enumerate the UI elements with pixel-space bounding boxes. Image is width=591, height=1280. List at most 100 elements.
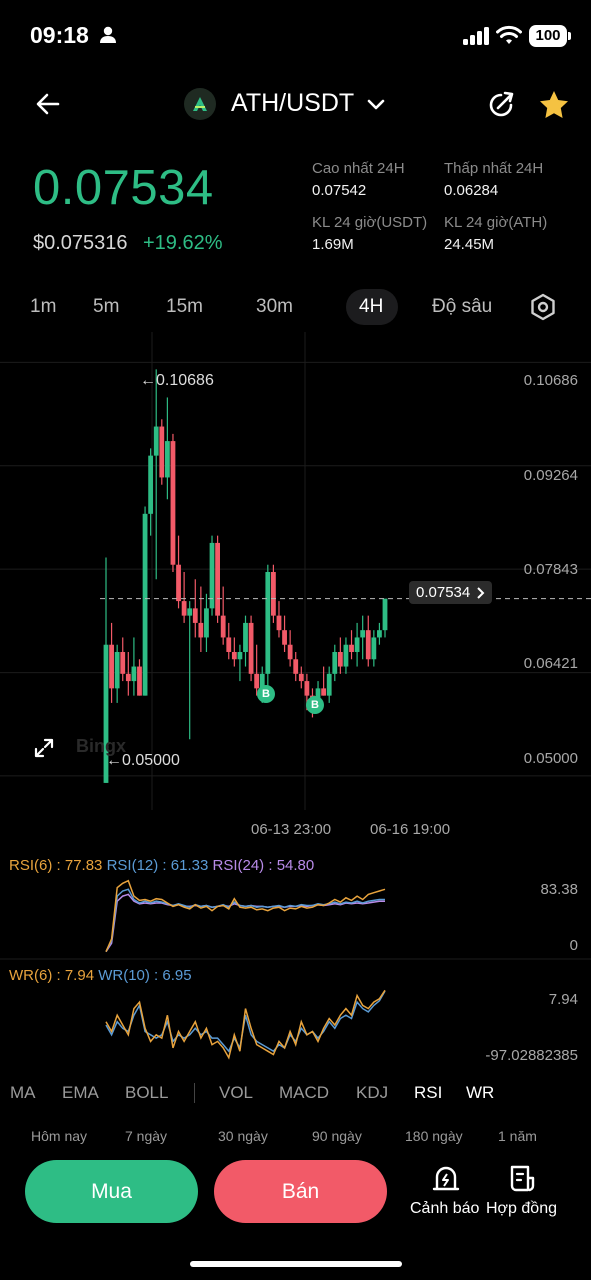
expand-icon[interactable] [33, 737, 55, 759]
rsi12-line [105, 888, 385, 953]
wr6-line [105, 989, 386, 1060]
candle-body [360, 630, 366, 638]
range-tab-30d[interactable]: 30 ngày [218, 1128, 268, 1144]
vol-usdt-value: 1.69M [312, 236, 354, 253]
tab-5m[interactable]: 5m [93, 296, 119, 318]
price-change: +19.62% [143, 232, 223, 254]
candle-body [176, 564, 181, 602]
settings-hexagon-icon[interactable] [530, 293, 556, 321]
range-tab-7d[interactable]: 7 ngày [125, 1128, 167, 1144]
chevron-down-icon[interactable] [366, 94, 386, 114]
range-tab-1y[interactable]: 1 năm [498, 1128, 537, 1144]
rsi24-label: RSI(24) [212, 857, 265, 874]
candle-body [243, 622, 248, 652]
candle-body [382, 598, 388, 631]
candle-body [231, 652, 237, 660]
wr10-value: 6.95 [162, 967, 192, 984]
indicator-tab-vol[interactable]: VOL [219, 1083, 253, 1103]
y-tick-4: 0.05000 [523, 750, 578, 767]
indicator-tab-rsi[interactable]: RSI [414, 1083, 442, 1103]
candle-body [131, 666, 137, 682]
sell-button[interactable]: Bán [214, 1160, 387, 1223]
battery-indicator: 100 [529, 25, 567, 47]
person-icon [100, 26, 116, 43]
alert-bell-icon[interactable] [432, 1164, 460, 1194]
usd-price: $0.075316 [33, 232, 128, 254]
candle-body [276, 615, 282, 631]
candle-body [142, 513, 148, 696]
indicator-tab-wr[interactable]: WR [466, 1083, 494, 1103]
candle-body [248, 622, 254, 674]
x-tick-0: 06-13 23:00 [251, 821, 332, 838]
rsi12-value: 61.33 [170, 857, 209, 874]
pair-title[interactable]: ATH/USDT [231, 89, 354, 118]
range-tab-180d[interactable]: 180 ngày [405, 1128, 463, 1144]
candle-body [125, 673, 131, 682]
y-tick-0: 0.10686 [523, 372, 578, 389]
buy-marker-2: B [306, 696, 324, 714]
candle-body [254, 673, 260, 689]
contract-document-icon[interactable] [508, 1164, 536, 1194]
rsi6-label: RSI(6) [9, 857, 53, 874]
wifi-icon [496, 25, 522, 44]
candle-body [170, 441, 176, 565]
indicator-tab-ema[interactable]: EMA [62, 1083, 99, 1103]
y-tick-2: 0.07843 [523, 561, 578, 578]
current-price-tag[interactable]: 0.07534 [409, 581, 493, 604]
candle-body [271, 572, 276, 616]
buy-button[interactable]: Mua [25, 1160, 198, 1223]
tab-4h[interactable]: 4H [359, 296, 383, 318]
share-icon[interactable] [485, 89, 517, 121]
candle-body [164, 441, 170, 478]
candle-body [137, 666, 142, 696]
candle-body [365, 630, 371, 660]
tab-30m[interactable]: 30m [256, 296, 293, 318]
min-price-value: 0.05000 [122, 752, 180, 769]
max-price-marker: ←0.10686 [140, 372, 214, 389]
range-tab-90d[interactable]: 90 ngày [312, 1128, 362, 1144]
tab-depth[interactable]: Độ sâu [432, 296, 492, 318]
candle-body [293, 659, 299, 674]
ath-logo-icon [193, 97, 207, 111]
alert-label[interactable]: Cảnh báo [410, 1200, 479, 1218]
rsi6-value: 77.83 [64, 857, 103, 874]
indicator-tab-boll[interactable]: BOLL [125, 1083, 168, 1103]
candle-body [109, 644, 114, 689]
wr-chart [105, 989, 386, 1060]
indicator-tab-ma[interactable]: MA [10, 1083, 36, 1103]
candle-body [354, 637, 360, 652]
buy-marker-1: B [257, 685, 275, 703]
candle-body [148, 455, 154, 514]
back-arrow-icon[interactable] [32, 88, 64, 120]
wr10-line [105, 990, 386, 1053]
candle-body [298, 673, 304, 682]
candle-body [326, 673, 332, 696]
last-price: 0.07534 [33, 161, 214, 215]
candle-body [220, 615, 226, 638]
candle-body [287, 644, 293, 660]
range-tab-today[interactable]: Hôm nay [31, 1128, 87, 1144]
chevron-right-icon [477, 587, 485, 599]
contract-label[interactable]: Hợp đồng [486, 1200, 557, 1218]
tab-1m[interactable]: 1m [30, 296, 56, 318]
candle-body [371, 637, 377, 660]
rsi6-line [105, 879, 386, 953]
status-time: 09:18 [30, 22, 89, 48]
candle-body [226, 637, 232, 652]
wr6-value: 7.94 [64, 967, 95, 984]
candle-body [377, 630, 382, 638]
wr10-label: WR(10) [98, 967, 150, 984]
token-logo [184, 88, 216, 120]
candle-body [343, 644, 349, 667]
favorite-star-icon[interactable] [538, 89, 570, 121]
high-24h-label: Cao nhất 24H [312, 160, 405, 177]
candle-body [265, 572, 271, 674]
candle-body [120, 652, 126, 674]
indicator-tab-kdj[interactable]: KDJ [356, 1083, 388, 1103]
candle-body [282, 630, 287, 645]
rsi24-value: 54.80 [276, 857, 315, 874]
tab-15m[interactable]: 15m [166, 296, 203, 318]
candle-body [321, 688, 327, 696]
indicator-tab-macd[interactable]: MACD [279, 1083, 329, 1103]
low-24h-value: 0.06284 [444, 182, 499, 199]
